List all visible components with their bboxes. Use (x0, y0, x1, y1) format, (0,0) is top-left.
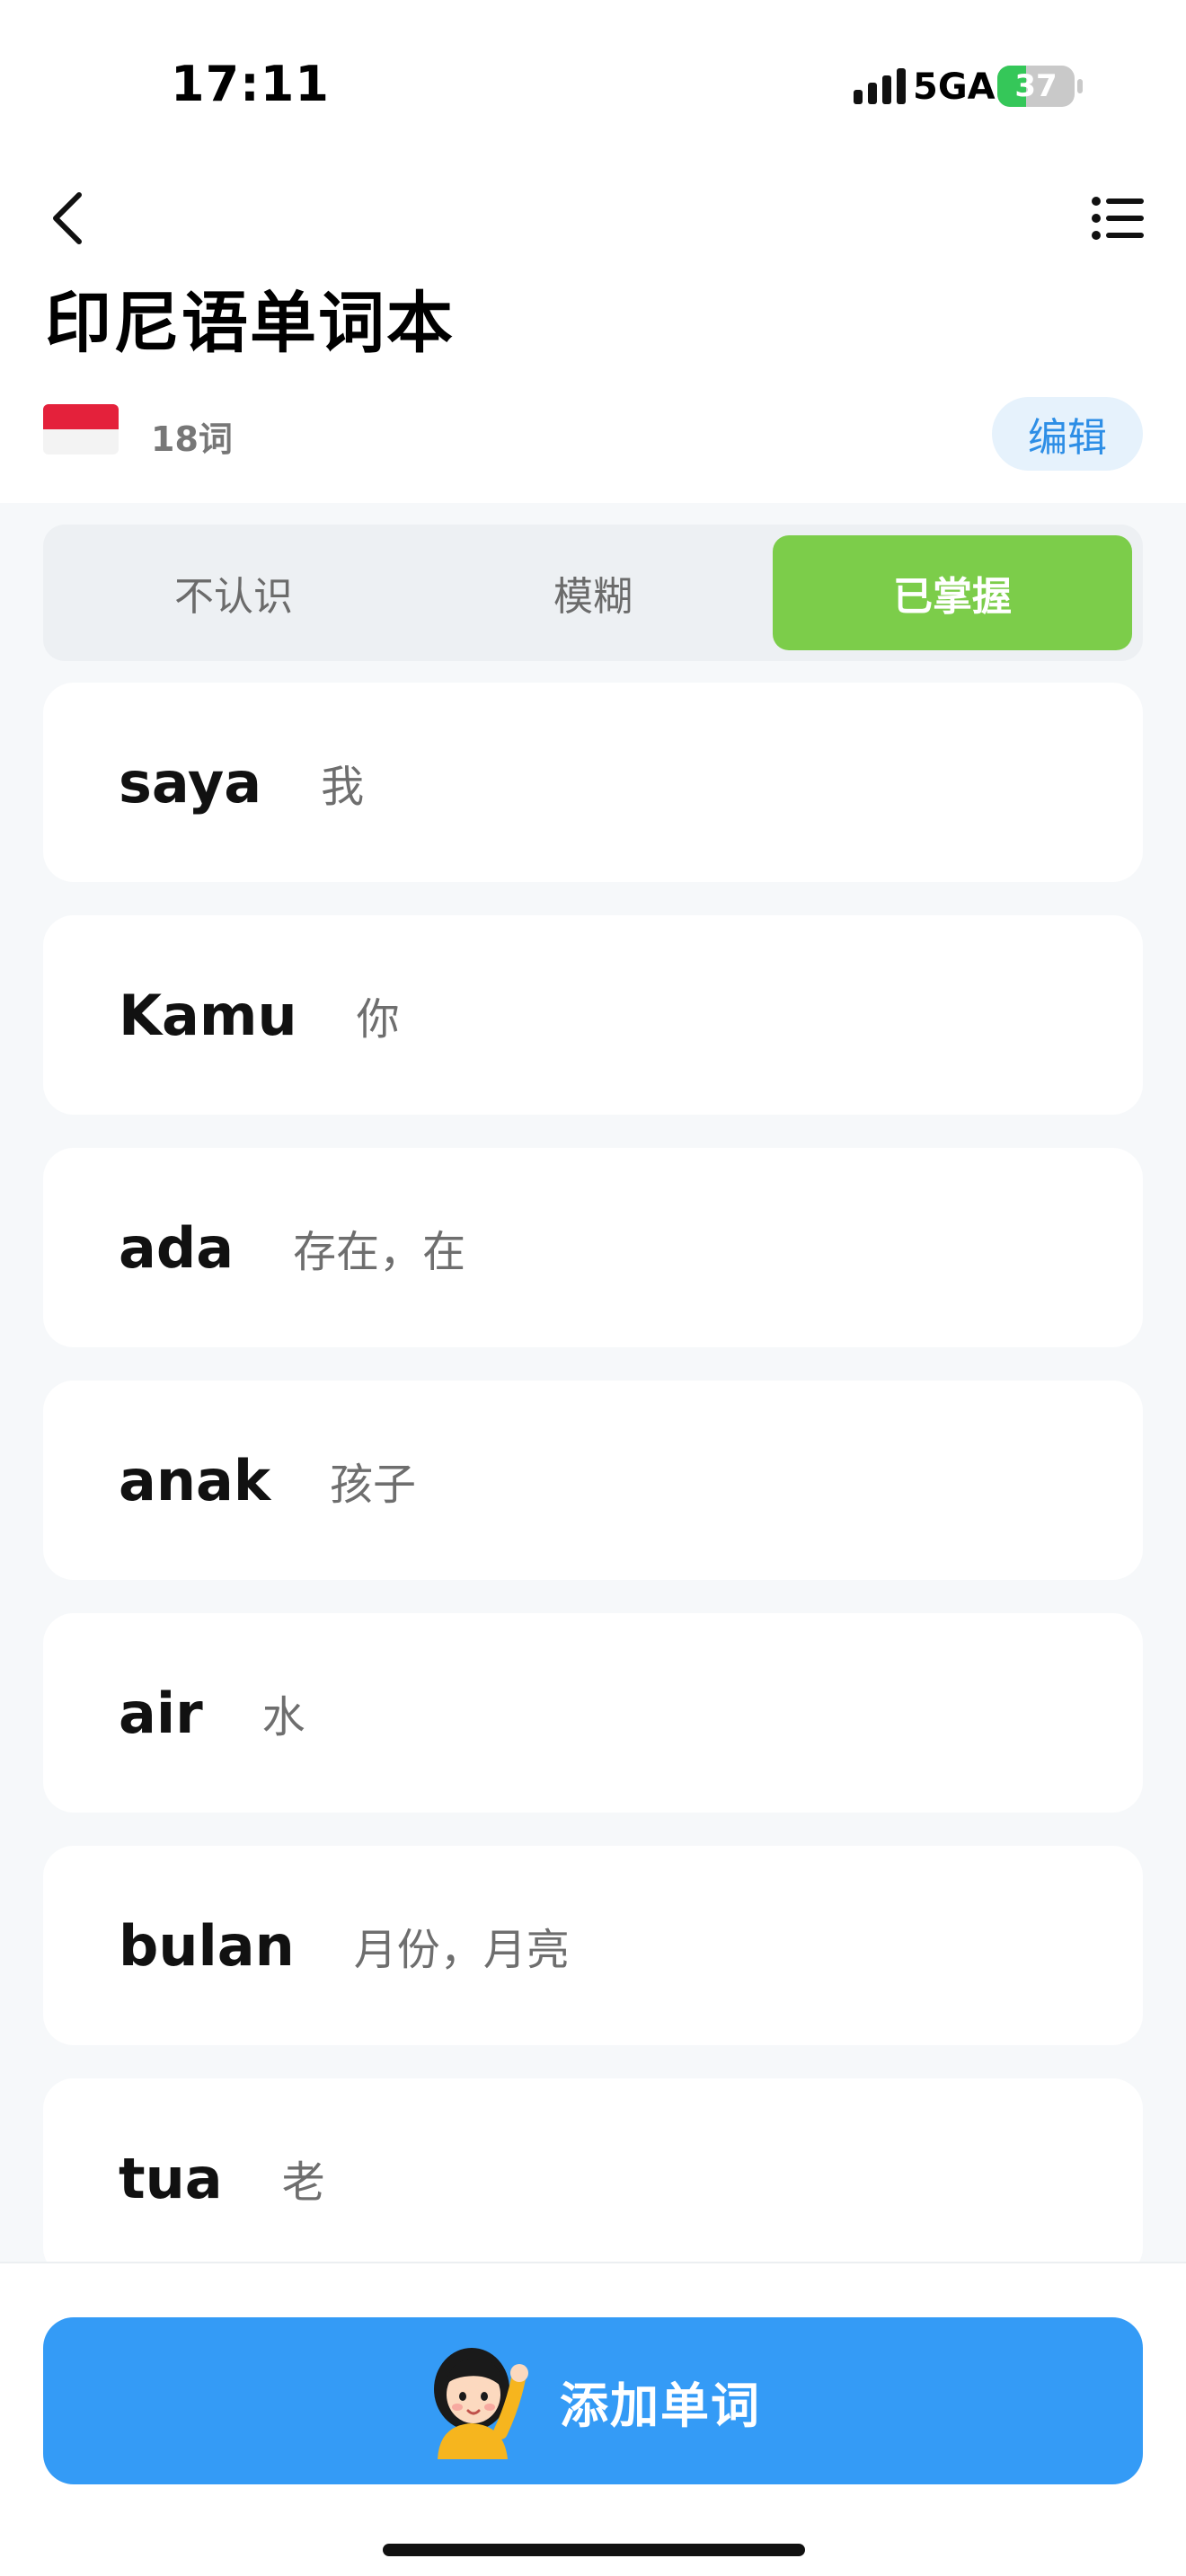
status-bar: 17:11 5GA 37 (0, 0, 1186, 162)
home-indicator[interactable] (383, 2544, 805, 2556)
add-word-button[interactable]: 添加单词 (43, 2317, 1143, 2484)
add-word-label: 添加单词 (560, 2377, 761, 2434)
status-time: 17:11 (171, 56, 330, 112)
word-card[interactable]: ada 存在，在 (43, 1148, 1143, 1347)
page-title: 印尼语单词本 (45, 285, 455, 362)
battery-level: 37 (1014, 68, 1058, 104)
waving-girl-avatar-icon (434, 2348, 528, 2459)
tab-mastered[interactable]: 已掌握 (773, 535, 1132, 650)
word-meaning: 我 (321, 762, 365, 812)
bottom-bar: 添加单词 (0, 2262, 1186, 2576)
tab-unknown[interactable]: 不认识 (54, 535, 413, 650)
word-text: anak (119, 1447, 271, 1513)
word-card[interactable]: anak 孩子 (43, 1381, 1143, 1580)
back-button[interactable] (40, 187, 93, 250)
word-text: bulan (119, 1912, 295, 1979)
chevron-left-icon (53, 192, 82, 244)
word-meaning: 存在，在 (293, 1227, 466, 1277)
edit-button[interactable]: 编辑 (992, 397, 1143, 471)
word-meaning: 老 (281, 2157, 325, 2208)
status-tabs: 不认识 模糊 已掌握 (43, 525, 1143, 661)
word-text: Kamu (119, 982, 297, 1048)
word-card[interactable]: Kamu 你 (43, 915, 1143, 1115)
word-text: saya (119, 749, 262, 816)
word-card[interactable]: saya 我 (43, 683, 1143, 882)
word-meaning: 水 (261, 1692, 305, 1742)
word-count: 18词 (151, 419, 233, 459)
battery-cap (1077, 79, 1083, 93)
word-meaning: 孩子 (330, 1460, 417, 1510)
battery-icon: 37 (997, 66, 1075, 107)
word-meaning: 月份，月亮 (353, 1925, 570, 1975)
word-list-area[interactable]: 不认识 模糊 已掌握 saya 我 Kamu 你 ada 存在，在 anak 孩… (0, 503, 1186, 2263)
list-icon (1092, 197, 1144, 240)
indonesia-flag-icon (43, 404, 119, 454)
word-text: tua (119, 2145, 223, 2211)
network-type: 5GA (913, 66, 996, 108)
word-card[interactable]: bulan 月份，月亮 (43, 1846, 1143, 2045)
list-menu-button[interactable] (1087, 190, 1150, 246)
word-meaning: 你 (356, 994, 400, 1045)
word-text: ada (119, 1214, 235, 1281)
tab-fuzzy[interactable]: 模糊 (413, 535, 773, 650)
word-text: air (119, 1680, 203, 1746)
word-card[interactable]: tua 老 (43, 2078, 1143, 2263)
word-card[interactable]: air 水 (43, 1613, 1143, 1813)
